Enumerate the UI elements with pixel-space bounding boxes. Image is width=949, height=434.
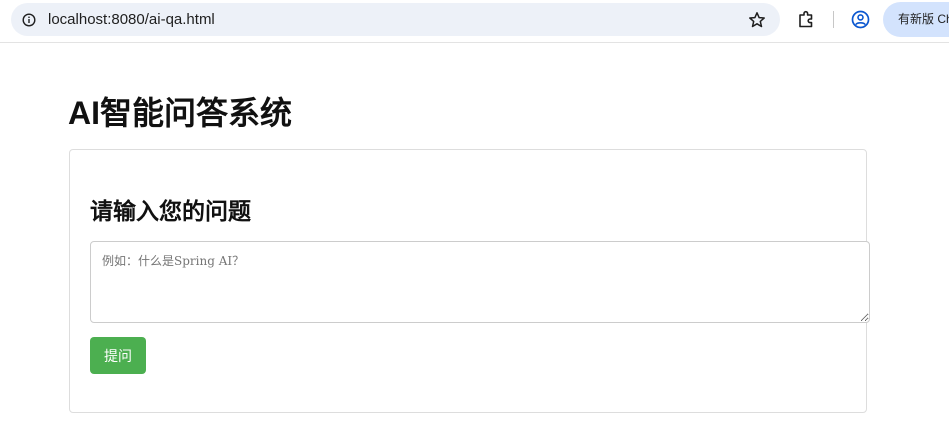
chrome-update-button[interactable]: 有新版 Chrome <box>883 2 949 37</box>
toolbar-divider <box>833 11 834 28</box>
info-icon[interactable] <box>22 13 36 27</box>
puzzle-icon[interactable] <box>797 10 816 29</box>
page-title: AI智能问答系统 <box>68 95 293 131</box>
address-bar[interactable]: localhost:8080/ai-qa.html <box>11 3 780 36</box>
profile-icon[interactable] <box>851 10 870 29</box>
ask-button[interactable]: 提问 <box>90 337 146 374</box>
qa-card: 请输入您的问题 提问 <box>69 149 870 413</box>
browser-toolbar: localhost:8080/ai-qa.html 有新版 Chrome <box>0 0 949 43</box>
question-heading: 请输入您的问题 <box>90 198 251 224</box>
url-text[interactable]: localhost:8080/ai-qa.html <box>48 11 215 28</box>
question-input[interactable] <box>90 241 870 323</box>
star-icon[interactable] <box>748 11 766 29</box>
